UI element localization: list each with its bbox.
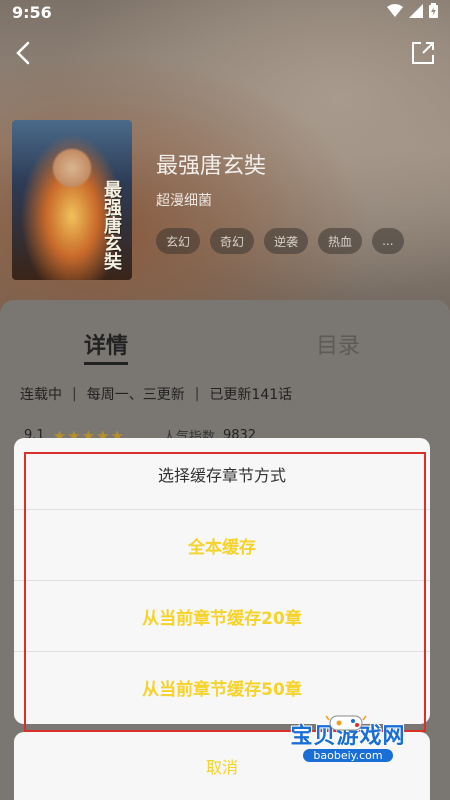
status-icons bbox=[387, 2, 438, 22]
meta-separator: | bbox=[194, 386, 200, 402]
cache-all-button[interactable]: 全本缓存 bbox=[14, 510, 430, 581]
battery-icon bbox=[429, 2, 438, 22]
tag-chip[interactable]: 热血 bbox=[318, 228, 363, 254]
meta-separator: | bbox=[72, 386, 77, 402]
back-button[interactable] bbox=[10, 38, 38, 68]
signal-icon bbox=[409, 3, 423, 22]
tag-chip[interactable]: ... bbox=[372, 228, 404, 254]
chapter-count: 已更新141话 bbox=[209, 387, 293, 403]
comic-title: 最强唐玄奘 bbox=[156, 154, 267, 179]
watermark-url: baobeiy.com bbox=[303, 749, 393, 762]
tag-chip[interactable]: 奇幻 bbox=[210, 228, 255, 254]
wifi-icon bbox=[387, 3, 403, 22]
status-time: 9:56 bbox=[12, 2, 52, 22]
cover-title-art: 最强唐玄奘 bbox=[101, 180, 122, 270]
tag-list: 玄幻 奇幻 逆袭 热血 ... bbox=[156, 228, 404, 254]
comic-cover[interactable]: 最强唐玄奘 bbox=[12, 120, 132, 280]
tag-chip[interactable]: 逆袭 bbox=[264, 228, 309, 254]
tab-catalog[interactable]: 目录 bbox=[316, 328, 360, 360]
gamepad-icon bbox=[324, 712, 368, 738]
tab-detail[interactable]: 详情 bbox=[84, 328, 129, 365]
tag-chip[interactable]: 玄幻 bbox=[156, 228, 201, 254]
serial-status: 连载中 bbox=[20, 387, 62, 403]
update-schedule: 每周一、三更新 bbox=[86, 387, 185, 403]
share-icon bbox=[412, 42, 434, 64]
cache-options-dialog: 选择缓存章节方式 全本缓存 从当前章节缓存20章 从当前章节缓存50章 bbox=[14, 438, 430, 724]
site-watermark: 宝贝游戏网 baobeiy.com bbox=[268, 715, 428, 784]
cache-20-chapters-button[interactable]: 从当前章节缓存20章 bbox=[14, 581, 430, 652]
share-button[interactable] bbox=[410, 40, 436, 66]
chevron-left-icon bbox=[16, 41, 30, 65]
comic-author[interactable]: 超漫细菌 bbox=[156, 190, 212, 210]
dialog-title: 选择缓存章节方式 bbox=[14, 438, 430, 510]
status-bar: 9:56 bbox=[0, 0, 450, 24]
comic-meta-row: 连载中 | 每周一、三更新 | 已更新141话 bbox=[20, 384, 292, 404]
